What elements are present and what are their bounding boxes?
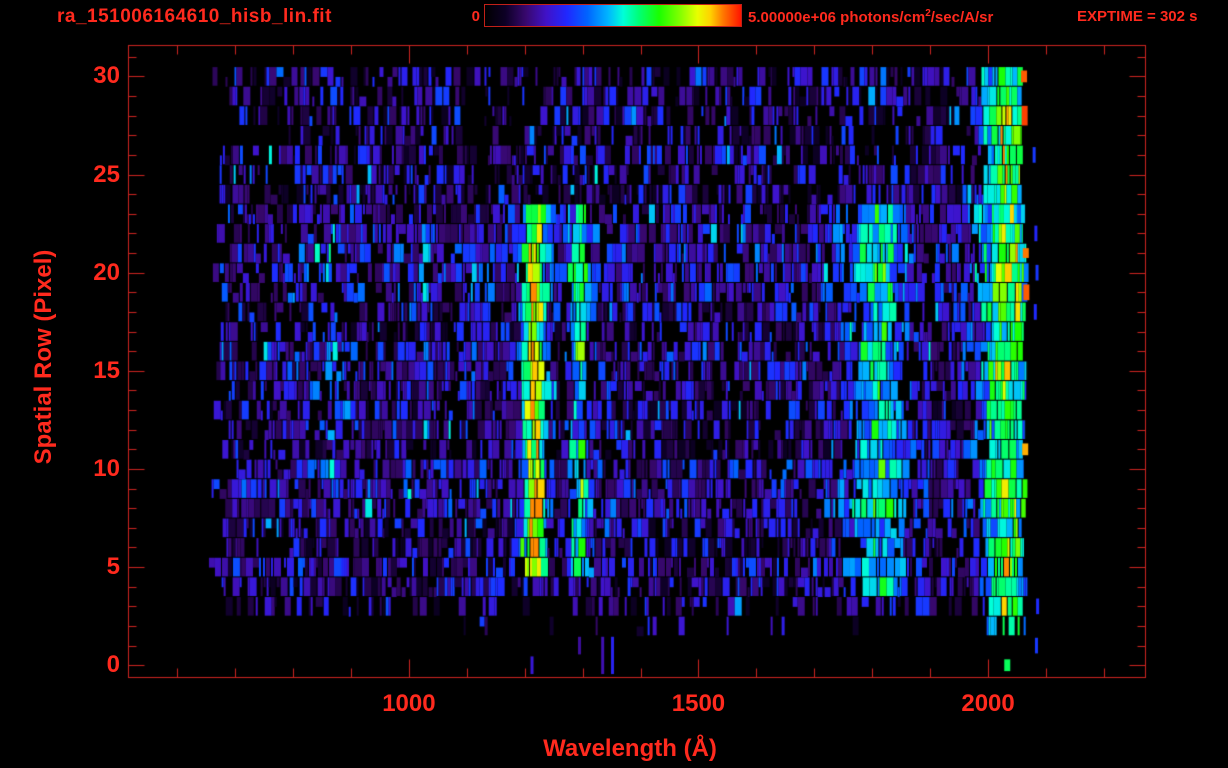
colorbar-gradient xyxy=(484,4,742,27)
y-tick-label: 15 xyxy=(93,356,120,384)
colorbar-max-label-pre: 5.00000e+06 photons/cm xyxy=(748,9,926,26)
spectrogram-canvas xyxy=(0,0,1228,768)
colorbar-min-label: 0 xyxy=(471,8,480,25)
colorbar-max-label: 5.00000e+06 photons/cm2/sec/A/sr xyxy=(748,8,993,26)
y-tick-label: 30 xyxy=(93,62,120,90)
file-title: ra_151006164610_hisb_lin.fit xyxy=(57,6,332,27)
spectrogram-viewer-window: ra_151006164610_hisb_lin.fit 0 5.00000e+… xyxy=(0,0,1228,768)
y-tick-label: 10 xyxy=(93,454,120,482)
y-tick-label: 25 xyxy=(93,160,120,188)
y-tick-label: 5 xyxy=(106,553,120,581)
y-tick-label: 0 xyxy=(106,651,120,679)
x-tick-label: 1000 xyxy=(382,690,436,717)
y-tick-label: 20 xyxy=(93,258,120,286)
x-tick-label: 1500 xyxy=(671,690,726,717)
x-axis-title: Wavelength (Å) xyxy=(543,735,717,762)
x-tick-label: 2000 xyxy=(961,690,1015,717)
colorbar-max-label-post: /sec/A/sr xyxy=(930,9,994,26)
y-axis-title: Spatial Row (Pixel) xyxy=(30,249,57,465)
exptime-label: EXPTIME = 302 s xyxy=(1077,8,1198,25)
